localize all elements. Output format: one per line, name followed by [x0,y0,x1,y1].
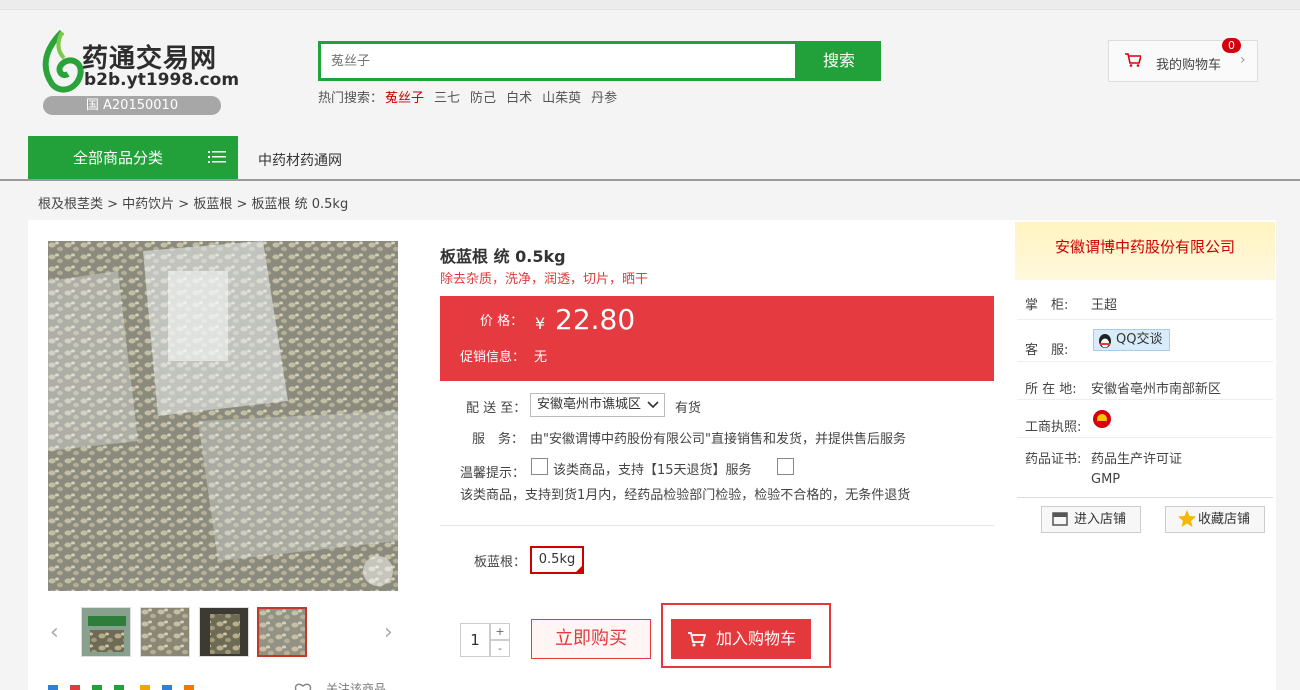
quantity-increase-button[interactable]: + [490,623,510,640]
nav-link-home[interactable]: 中药材药通网 [258,150,342,170]
share-icons[interactable] [48,681,248,690]
cart-label: 我的购物车 [1156,58,1222,73]
product-main-image[interactable] [48,241,398,591]
hot-item[interactable]: 菟丝子 [385,91,424,106]
hot-label: 热门搜索： [318,91,384,106]
cart-count-badge: 0 [1222,38,1241,53]
follow-product-link[interactable]: 关注该商品 [326,680,386,690]
hot-item[interactable]: 白术 [506,91,532,106]
price-value: 22.80 [555,303,636,336]
notice-label: 温馨提示： [460,466,526,481]
ship-region-select[interactable]: 安徽亳州市谯城区 [530,393,665,417]
thumbnail[interactable] [199,607,249,657]
thumb-prev-arrow[interactable]: ‹ [50,620,59,645]
cart-icon [688,632,706,647]
hot-item[interactable]: 丹参 [591,91,617,106]
logo-leaf-icon [42,30,84,93]
top-utility-bar [0,0,1300,10]
notice-text: 该类商品，支持【15天退货】服务 [553,463,752,478]
stock-status: 有货 [675,401,702,416]
price-label: 价 格： [480,314,524,329]
location-label: 所 在 地: [1025,382,1077,397]
business-license-emblem-icon[interactable] [1092,409,1112,429]
breadcrumb[interactable]: 根及根茎类 > 中药饮片 > 板蓝根 > 板蓝根 统 0.5kg [38,193,348,212]
currency-symbol: ¥ [535,314,546,333]
chevron-down-icon [647,401,659,409]
service-label: 客 服: [1025,343,1069,358]
logo-url[interactable]: b2b.yt1998.com [84,70,239,90]
service-label: 服 务： [472,432,525,447]
return-service-icon [531,458,548,475]
notice-text-2: 该类商品，支持到货1月内，经药品检验部门检验，检验不合格的，无条件退货 [460,488,911,503]
thumb-next-arrow[interactable]: › [384,620,393,645]
shop-icon [1052,512,1068,526]
promo-label: 促销信息： [460,350,526,365]
quantity-input[interactable]: 1 [460,623,490,657]
selected-check-icon [575,565,583,573]
thumbnail[interactable] [140,607,190,657]
spec-label: 板蓝根： [474,555,527,570]
thumbnail-selected[interactable] [257,607,307,657]
service-text: 由"安徽谓博中药股份有限公司"直接销售和发货，并提供售后服务 [530,432,906,447]
chevron-right-icon: › [1240,52,1246,68]
hot-item[interactable]: 山茱萸 [542,91,581,106]
nav-divider [0,179,1300,181]
ship-label: 配 送 至： [466,401,527,416]
owner-label: 掌 柜: [1025,298,1069,313]
qq-chat-label: QQ交谈 [1116,332,1163,347]
section-divider [440,525,994,526]
promo-value: 无 [534,350,548,365]
inspection-icon [777,458,794,475]
search-button[interactable]: 搜索 [797,41,881,81]
product-title: 板蓝根 统 0.5kg [440,247,566,266]
search-input[interactable] [321,44,795,78]
cert-value-gmp: GMP [1091,472,1121,487]
buy-now-button[interactable]: 立即购买 [531,619,651,659]
search-box [318,41,798,81]
hot-item[interactable]: 三七 [434,91,460,106]
owner-value: 王超 [1091,298,1118,313]
product-subtitle: 除去杂质，洗净，润透，切片，晒干 [440,272,649,287]
hot-searches: 热门搜索： 菟丝子 三七 防己 白术 山茱萸 丹参 [318,87,627,106]
price-box [440,296,994,381]
cert-label: 药品证书: [1025,452,1082,467]
shop-name[interactable]: 安徽谓博中药股份有限公司 [1015,222,1275,280]
hot-item[interactable]: 防己 [470,91,496,106]
license-badge: 国 A20150010 [43,96,221,115]
list-menu-icon [208,151,226,163]
thumbnail[interactable] [81,607,131,657]
location-value: 安徽省亳州市南部新区 [1091,382,1222,397]
qq-penguin-icon [1099,334,1111,348]
all-categories-button[interactable]: 全部商品分类 [28,136,238,180]
star-icon [1178,510,1196,527]
license-label: 工商执照: [1025,420,1082,435]
heart-icon[interactable] [294,682,312,690]
ship-region-value: 安徽亳州市谯城区 [537,397,642,412]
quantity-decrease-button[interactable]: - [490,640,510,657]
cert-value: 药品生产许可证 [1091,452,1183,467]
cart-icon [1125,53,1141,67]
shop-divider [1017,497,1273,498]
